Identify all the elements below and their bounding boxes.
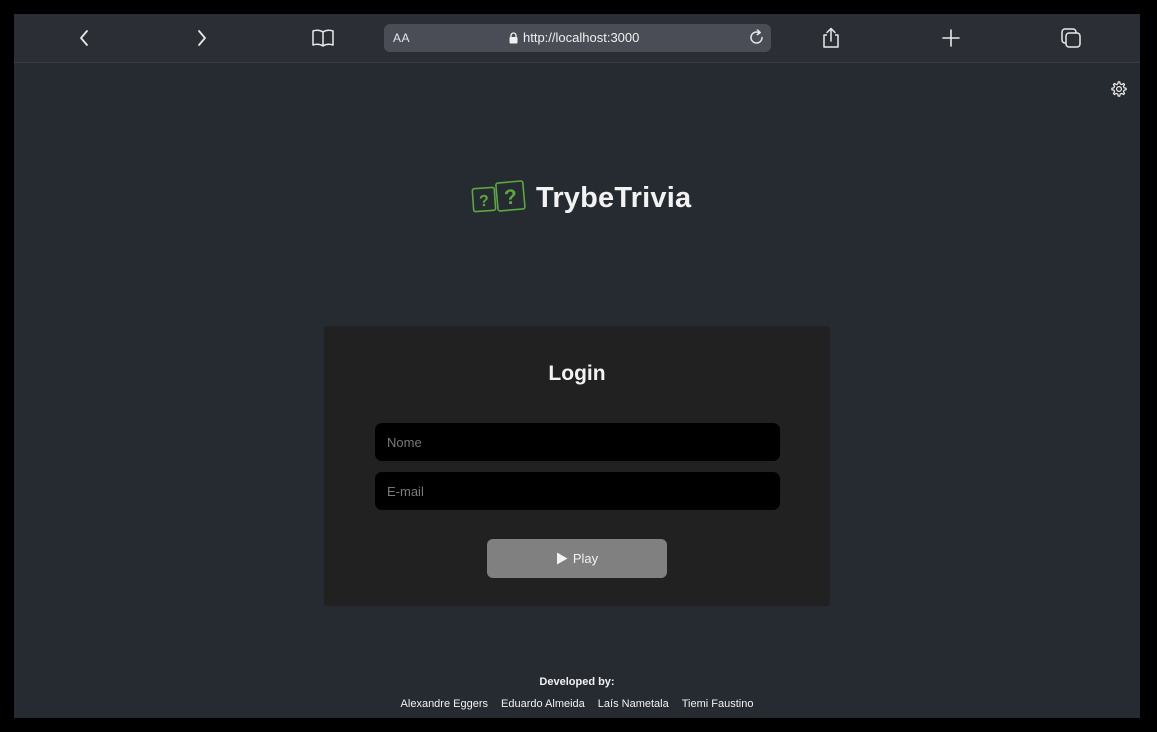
developer-list: Alexandre Eggers Eduardo Almeida Laís Na… xyxy=(14,698,1140,710)
developer-name: Alexandre Eggers xyxy=(400,698,488,710)
reload-icon[interactable] xyxy=(748,29,765,51)
developer-name: Laís Nametala xyxy=(597,698,669,710)
app-logo: ? ? TrybeTrivia xyxy=(470,178,691,218)
share-icon[interactable] xyxy=(819,26,843,50)
url-display[interactable]: http://localhost:3000 xyxy=(509,30,639,45)
app-title: TrybeTrivia xyxy=(536,181,692,214)
play-button-label: Play xyxy=(572,551,599,566)
browser-toolbar: AA http://localhost:3000 xyxy=(14,14,1140,63)
address-bar[interactable]: AA http://localhost:3000 xyxy=(384,24,771,52)
reader-mode-button[interactable]: AA xyxy=(393,31,410,45)
play-icon xyxy=(556,552,568,565)
browser-window: AA http://localhost:3000 ? ? TrybeTrivia… xyxy=(14,14,1140,718)
svg-text:?: ? xyxy=(503,185,518,209)
new-tab-icon[interactable] xyxy=(939,26,963,50)
login-title: Login xyxy=(548,362,606,385)
footer-title: Developed by: xyxy=(539,676,615,688)
url-text: http://localhost:3000 xyxy=(523,30,640,45)
login-card: Login Play xyxy=(324,326,830,606)
play-button[interactable]: Play xyxy=(487,539,667,578)
lock-icon xyxy=(509,31,518,43)
tabs-icon[interactable] xyxy=(1059,26,1083,50)
bookmarks-icon[interactable] xyxy=(311,26,335,50)
developer-name: Eduardo Almeida xyxy=(501,698,585,710)
forward-icon[interactable] xyxy=(190,26,214,50)
footer: Developed by: Alexandre Eggers Eduardo A… xyxy=(14,676,1140,710)
name-input[interactable] xyxy=(375,423,780,461)
settings-gear-icon[interactable] xyxy=(1110,80,1128,98)
email-input[interactable] xyxy=(375,472,780,510)
back-icon[interactable] xyxy=(72,26,96,50)
question-dice-icon: ? ? xyxy=(471,180,526,213)
svg-text:?: ? xyxy=(479,193,490,211)
developer-name: Tiemi Faustino xyxy=(681,698,754,710)
